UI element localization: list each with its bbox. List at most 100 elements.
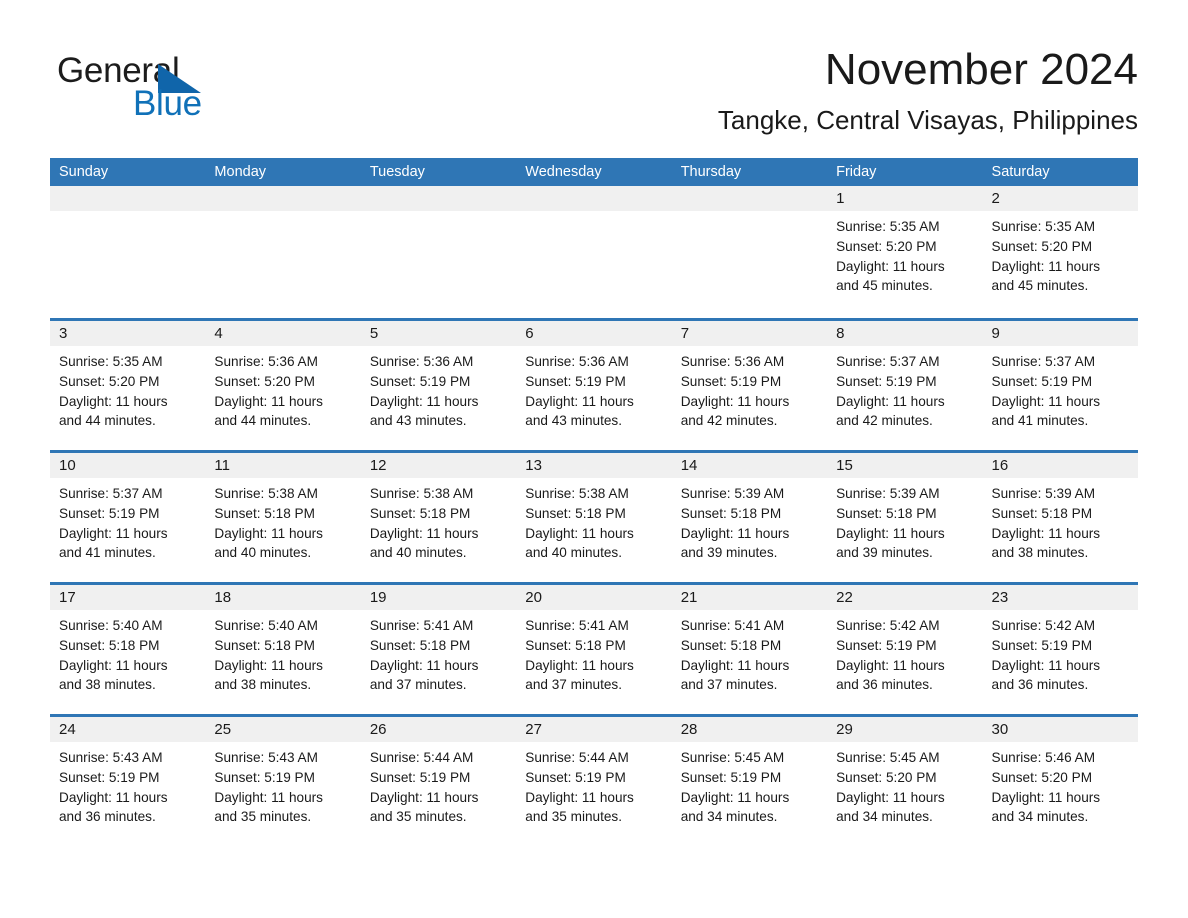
day-cell[interactable]: 22 Sunrise: 5:42 AM Sunset: 5:19 PM Dayl… [827, 585, 983, 714]
daylight-text-line2: and 35 minutes. [525, 809, 622, 825]
day-cell[interactable]: 5 Sunrise: 5:36 AM Sunset: 5:19 PM Dayli… [360, 321, 517, 450]
day-number-band [360, 186, 517, 211]
sunrise-text: Sunrise: 5:43 AM [59, 750, 163, 765]
day-cell[interactable]: 26 Sunrise: 5:44 AM Sunset: 5:19 PM Dayl… [360, 717, 517, 846]
day-number-band: 2 [982, 186, 1138, 211]
sunrise-text: Sunrise: 5:37 AM [991, 354, 1096, 369]
day-cell[interactable]: 3 Sunrise: 5:35 AM Sunset: 5:20 PM Dayli… [50, 321, 206, 450]
daylight-text-line2: and 45 minutes. [991, 278, 1089, 294]
daylight-text-line1: Daylight: 11 hours [369, 789, 479, 805]
day-cell[interactable]: 24 Sunrise: 5:43 AM Sunset: 5:19 PM Dayl… [50, 717, 206, 846]
daylight-text-line2: and 34 minutes. [680, 809, 778, 825]
day-number: 13 [525, 457, 542, 474]
daylight-text-line2: and 44 minutes. [214, 413, 312, 429]
day-cell[interactable]: 25 Sunrise: 5:43 AM Sunset: 5:19 PM Dayl… [205, 717, 361, 846]
day-cell[interactable]: 28 Sunrise: 5:45 AM Sunset: 5:19 PM Dayl… [671, 717, 828, 846]
day-number-band: 16 [982, 453, 1138, 478]
sunrise-text: Sunrise: 5:44 AM [525, 750, 629, 765]
daylight-text-line1: Daylight: 11 hours [991, 258, 1101, 274]
daylight-text-line2: and 39 minutes. [680, 545, 778, 561]
day-cell[interactable]: 12 Sunrise: 5:38 AM Sunset: 5:18 PM Dayl… [360, 453, 517, 582]
day-cell[interactable] [671, 186, 828, 318]
day-cell[interactable]: 11 Sunrise: 5:38 AM Sunset: 5:18 PM Dayl… [205, 453, 361, 582]
day-cell[interactable]: 8 Sunrise: 5:37 AM Sunset: 5:19 PM Dayli… [827, 321, 983, 450]
day-cell[interactable] [205, 186, 361, 318]
day-cell[interactable]: 17 Sunrise: 5:40 AM Sunset: 5:18 PM Dayl… [50, 585, 206, 714]
sunset-text: Sunset: 5:19 PM [59, 769, 160, 785]
day-number [50, 190, 59, 207]
day-cell[interactable]: 9 Sunrise: 5:37 AM Sunset: 5:19 PM Dayli… [982, 321, 1138, 450]
day-details: Sunrise: 5:37 AM Sunset: 5:19 PM Dayligh… [983, 346, 1138, 431]
day-cell[interactable]: 2 Sunrise: 5:35 AM Sunset: 5:20 PM Dayli… [982, 186, 1138, 318]
day-cell[interactable]: 6 Sunrise: 5:36 AM Sunset: 5:19 PM Dayli… [516, 321, 672, 450]
day-cell[interactable]: 7 Sunrise: 5:36 AM Sunset: 5:19 PM Dayli… [671, 321, 828, 450]
daylight-text-line1: Daylight: 11 hours [525, 525, 634, 541]
day-cell[interactable]: 16 Sunrise: 5:39 AM Sunset: 5:18 PM Dayl… [982, 453, 1138, 582]
sunset-text: Sunset: 5:18 PM [991, 505, 1093, 521]
day-cell[interactable]: 29 Sunrise: 5:45 AM Sunset: 5:20 PM Dayl… [827, 717, 983, 846]
sunrise-text: Sunrise: 5:41 AM [525, 618, 629, 633]
day-details [516, 211, 671, 217]
day-details: Sunrise: 5:46 AM Sunset: 5:20 PM Dayligh… [983, 742, 1138, 827]
day-number: 11 [214, 457, 230, 474]
day-cell[interactable]: 23 Sunrise: 5:42 AM Sunset: 5:19 PM Dayl… [982, 585, 1138, 714]
day-number: 23 [991, 589, 1009, 606]
day-cell[interactable] [50, 186, 206, 318]
day-number: 30 [991, 721, 1009, 738]
sunset-text: Sunset: 5:18 PM [214, 505, 315, 521]
day-cell[interactable]: 10 Sunrise: 5:37 AM Sunset: 5:19 PM Dayl… [50, 453, 206, 582]
day-number [672, 190, 681, 207]
weekday-header-wednesday: Wednesday [525, 164, 602, 180]
day-number [205, 190, 214, 207]
day-number-band: 22 [827, 585, 983, 610]
daylight-text-line2: and 45 minutes. [836, 278, 933, 294]
day-number-band: 28 [671, 717, 828, 742]
day-cell[interactable]: 15 Sunrise: 5:39 AM Sunset: 5:18 PM Dayl… [827, 453, 983, 582]
daylight-text-line2: and 37 minutes. [680, 677, 778, 693]
daylight-text-line2: and 36 minutes. [59, 809, 156, 825]
sunrise-text: Sunrise: 5:41 AM [680, 618, 785, 633]
day-cell[interactable]: 21 Sunrise: 5:41 AM Sunset: 5:18 PM Dayl… [671, 585, 828, 714]
day-cell[interactable]: 13 Sunrise: 5:38 AM Sunset: 5:18 PM Dayl… [516, 453, 672, 582]
daylight-text-line1: Daylight: 11 hours [59, 393, 168, 409]
sunset-text: Sunset: 5:20 PM [991, 769, 1093, 785]
day-cell[interactable] [360, 186, 517, 318]
week-row: 24 Sunrise: 5:43 AM Sunset: 5:19 PM Dayl… [50, 714, 1138, 846]
day-cell[interactable] [516, 186, 672, 318]
day-cell[interactable]: 20 Sunrise: 5:41 AM Sunset: 5:18 PM Dayl… [516, 585, 672, 714]
daylight-text-line2: and 40 minutes. [369, 545, 467, 561]
daylight-text-line1: Daylight: 11 hours [525, 657, 634, 673]
sunrise-text: Sunrise: 5:37 AM [836, 354, 940, 369]
day-cell[interactable]: 4 Sunrise: 5:36 AM Sunset: 5:20 PM Dayli… [205, 321, 361, 450]
day-details: Sunrise: 5:37 AM Sunset: 5:19 PM Dayligh… [827, 346, 982, 431]
day-cell[interactable]: 30 Sunrise: 5:46 AM Sunset: 5:20 PM Dayl… [982, 717, 1138, 846]
day-number: 3 [59, 325, 68, 342]
day-cell[interactable]: 19 Sunrise: 5:41 AM Sunset: 5:18 PM Dayl… [360, 585, 517, 714]
day-cell[interactable]: 27 Sunrise: 5:44 AM Sunset: 5:19 PM Dayl… [516, 717, 672, 846]
sunrise-text: Sunrise: 5:38 AM [369, 486, 474, 501]
day-cell[interactable]: 1 Sunrise: 5:35 AM Sunset: 5:20 PM Dayli… [827, 186, 983, 318]
day-number [516, 190, 525, 207]
day-details: Sunrise: 5:41 AM Sunset: 5:18 PM Dayligh… [672, 610, 827, 695]
daylight-text-line1: Daylight: 11 hours [836, 525, 945, 541]
logo-text-blue: Blue [133, 84, 202, 123]
daylight-text-line1: Daylight: 11 hours [836, 657, 945, 673]
day-cell[interactable]: 14 Sunrise: 5:39 AM Sunset: 5:18 PM Dayl… [671, 453, 828, 582]
day-number-band: 14 [671, 453, 828, 478]
day-details: Sunrise: 5:37 AM Sunset: 5:19 PM Dayligh… [50, 478, 205, 563]
daylight-text-line1: Daylight: 11 hours [369, 525, 479, 541]
sunset-text: Sunset: 5:20 PM [991, 238, 1093, 254]
sunset-text: Sunset: 5:18 PM [836, 505, 937, 521]
sunrise-text: Sunrise: 5:43 AM [214, 750, 318, 765]
week-row: 10 Sunrise: 5:37 AM Sunset: 5:19 PM Dayl… [50, 450, 1138, 582]
week-row: 17 Sunrise: 5:40 AM Sunset: 5:18 PM Dayl… [50, 582, 1138, 714]
day-number-band: 8 [827, 321, 983, 346]
daylight-text-line1: Daylight: 11 hours [991, 657, 1101, 673]
sunset-text: Sunset: 5:18 PM [214, 637, 315, 653]
daylight-text-line1: Daylight: 11 hours [991, 789, 1101, 805]
page-subtitle: Tangke, Central Visayas, Philippines [717, 105, 1138, 135]
sunrise-text: Sunrise: 5:36 AM [369, 354, 474, 369]
sunset-text: Sunset: 5:18 PM [525, 505, 626, 521]
day-cell[interactable]: 18 Sunrise: 5:40 AM Sunset: 5:18 PM Dayl… [205, 585, 361, 714]
daylight-text-line2: and 44 minutes. [59, 413, 156, 429]
